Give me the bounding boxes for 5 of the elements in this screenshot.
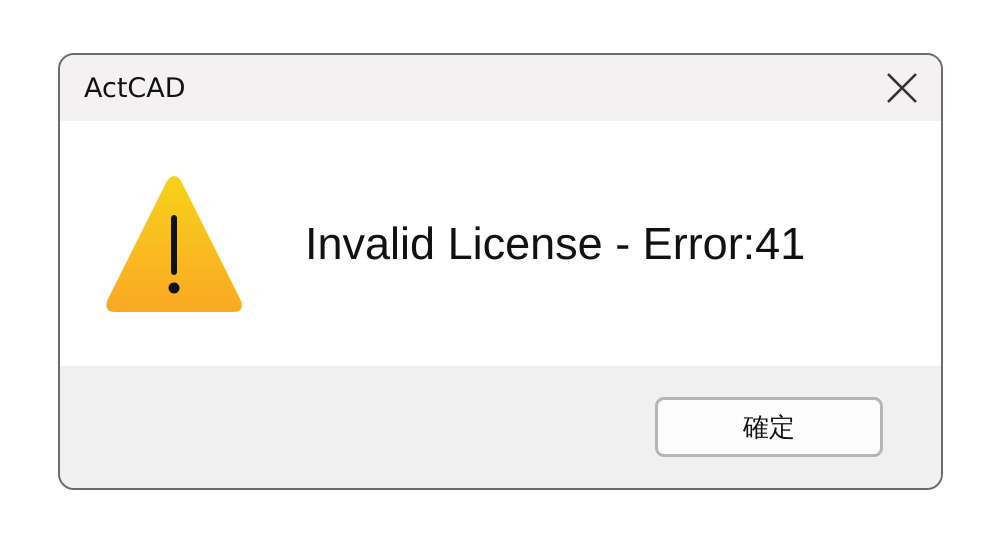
ok-button[interactable]: 確定 (655, 397, 883, 457)
window-title: ActCAD (84, 72, 186, 104)
error-message: Invalid License - Error:41 (305, 218, 806, 270)
close-icon[interactable] (887, 73, 917, 103)
warning-icon (105, 174, 243, 312)
